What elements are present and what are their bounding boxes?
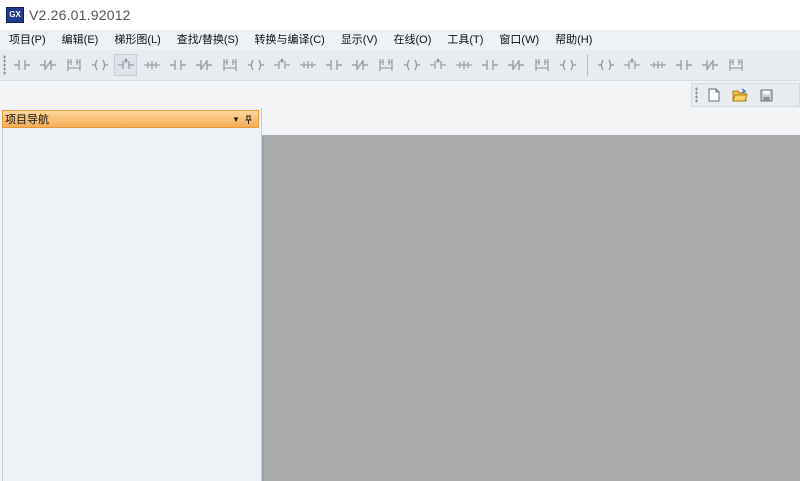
rising-edge-parallel-icon[interactable] xyxy=(270,54,293,76)
title-bar: GX V2.26.01.92012 xyxy=(0,0,800,30)
menu-window[interactable]: 窗口(W) xyxy=(491,30,547,50)
menu-convert-compile[interactable]: 转换与编译(C) xyxy=(247,30,333,50)
operation-result-rise-parallel-icon[interactable] xyxy=(646,54,669,76)
save-icon[interactable] xyxy=(756,86,776,104)
operation-result-pulse-icon[interactable] xyxy=(698,54,721,76)
pulse-contact-parallel-icon[interactable] xyxy=(530,54,553,76)
operation-result-rise-icon[interactable] xyxy=(594,54,617,76)
ladder-toolbar xyxy=(0,50,800,81)
delete-hline-icon[interactable] xyxy=(426,54,449,76)
menu-project[interactable]: 项目(P) xyxy=(0,30,54,50)
open-folder-icon[interactable] xyxy=(730,86,750,104)
hline-icon[interactable] xyxy=(374,54,397,76)
app-title: V2.26.01.92012 xyxy=(29,7,131,23)
pulse-icon[interactable] xyxy=(322,54,345,76)
workspace-area[interactable] xyxy=(262,137,800,481)
nav-panel-header: 项目导航 ▼ xyxy=(2,110,259,128)
app-logo-icon: GX xyxy=(6,7,24,23)
menu-bar: 项目(P) 编辑(E) 梯形图(L) 查找/替换(S) 转换与编译(C) 显示(… xyxy=(0,30,800,50)
delete-vline-icon[interactable] xyxy=(452,54,475,76)
pulse-contact-nc-icon[interactable] xyxy=(504,54,527,76)
menu-edit[interactable]: 编辑(E) xyxy=(54,30,107,50)
menu-find-replace[interactable]: 查找/替换(S) xyxy=(169,30,247,50)
pulse-neg-icon[interactable] xyxy=(348,54,371,76)
function-parallel-icon[interactable] xyxy=(166,54,189,76)
toolbar-grip-icon[interactable] xyxy=(695,87,698,103)
file-toolbar xyxy=(691,83,800,107)
document-tab-strip xyxy=(262,108,800,137)
new-file-icon[interactable] xyxy=(704,86,724,104)
function-icon[interactable] xyxy=(140,54,163,76)
coil-icon[interactable] xyxy=(114,54,137,76)
menu-ladder[interactable]: 梯形图(L) xyxy=(106,30,168,50)
nav-panel-body[interactable] xyxy=(2,128,261,481)
vline-icon[interactable] xyxy=(400,54,423,76)
parallel-nc-icon[interactable] xyxy=(88,54,111,76)
operation-result-fall-icon[interactable] xyxy=(620,54,643,76)
menu-online[interactable]: 在线(O) xyxy=(385,30,439,50)
falling-edge-parallel-icon[interactable] xyxy=(296,54,319,76)
contact-nc-icon[interactable] xyxy=(36,54,59,76)
parallel-no-icon[interactable] xyxy=(62,54,85,76)
toolbar-grip-icon[interactable] xyxy=(3,55,6,75)
menu-help[interactable]: 帮助(H) xyxy=(547,30,600,50)
toolbar-row-2 xyxy=(0,81,800,108)
operation-result-fall-parallel-icon[interactable] xyxy=(672,54,695,76)
pulse-contact-icon[interactable] xyxy=(478,54,501,76)
dropdown-triangle-icon[interactable]: ▼ xyxy=(230,111,242,127)
nav-panel-title: 项目导航 xyxy=(5,114,49,126)
operation-result-pulse-neg-icon[interactable] xyxy=(724,54,747,76)
pin-icon[interactable] xyxy=(242,111,254,127)
falling-edge-icon[interactable] xyxy=(244,54,267,76)
contact-no-icon[interactable] xyxy=(10,54,33,76)
invert-icon[interactable] xyxy=(192,54,215,76)
project-navigation-panel: 项目导航 ▼ xyxy=(0,108,262,481)
rising-edge-icon[interactable] xyxy=(218,54,241,76)
menu-tools[interactable]: 工具(T) xyxy=(439,30,491,50)
toolbar-separator xyxy=(587,54,588,76)
pulse-contact-nc-parallel-icon[interactable] xyxy=(556,54,579,76)
menu-view[interactable]: 显示(V) xyxy=(333,30,386,50)
